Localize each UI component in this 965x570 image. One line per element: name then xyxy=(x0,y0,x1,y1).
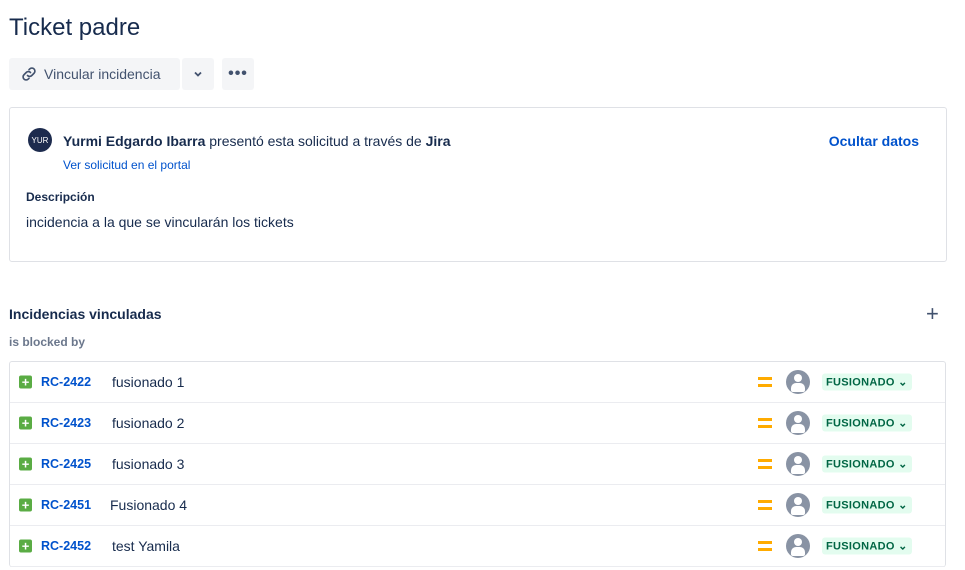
status-label: FUSIONADO xyxy=(826,458,895,471)
channel: Jira xyxy=(425,133,451,149)
description-label: Descripción xyxy=(26,190,95,204)
issue-type-icon: + xyxy=(19,539,32,553)
issue-summary[interactable]: fusionado 2 xyxy=(112,415,184,431)
chevron-down-icon: ⌄ xyxy=(898,417,908,430)
chevron-down-icon: ⌄ xyxy=(898,376,908,389)
priority-medium-icon xyxy=(758,459,772,469)
status-label: FUSIONADO xyxy=(826,376,895,389)
unassigned-avatar-icon xyxy=(786,452,810,476)
issue-type-icon: + xyxy=(19,457,32,471)
link-dropdown-button[interactable] xyxy=(182,58,214,90)
chevron-down-icon: ⌄ xyxy=(898,540,908,553)
linked-issue-row[interactable]: + RC-2425 fusionado 3 FUSIONADO ⌄ xyxy=(10,444,945,485)
status-dropdown[interactable]: FUSIONADO ⌄ xyxy=(822,455,912,473)
link-issue-button[interactable]: Vincular incidencia xyxy=(9,58,180,90)
link-icon xyxy=(22,67,36,81)
issue-type-icon: + xyxy=(19,375,32,389)
chevron-down-icon: ⌄ xyxy=(898,499,908,512)
status-dropdown[interactable]: FUSIONADO ⌄ xyxy=(822,414,912,432)
link-issue-label: Vincular incidencia xyxy=(44,66,161,82)
linked-issues-heading: Incidencias vinculadas xyxy=(9,306,162,322)
hide-details-link[interactable]: Ocultar datos xyxy=(829,133,919,149)
status-dropdown[interactable]: FUSIONADO ⌄ xyxy=(822,373,912,391)
avatar: YUR xyxy=(28,128,52,152)
linked-issue-row[interactable]: + RC-2423 fusionado 2 FUSIONADO ⌄ xyxy=(10,403,945,444)
issue-type-icon: + xyxy=(19,416,32,430)
unassigned-avatar-icon xyxy=(786,534,810,558)
more-icon: ••• xyxy=(228,65,248,82)
plus-icon: + xyxy=(926,301,939,326)
page-title: Ticket padre xyxy=(9,14,141,41)
issue-summary[interactable]: fusionado 1 xyxy=(112,374,184,390)
unassigned-avatar-icon xyxy=(786,411,810,435)
chevron-down-icon xyxy=(194,71,202,77)
issue-type-icon: + xyxy=(19,498,32,512)
request-details-card: YUR Yurmi Edgardo Ibarra presentó esta s… xyxy=(9,107,947,262)
linked-issue-row[interactable]: + RC-2422 fusionado 1 FUSIONADO ⌄ xyxy=(10,362,945,403)
issue-key-link[interactable]: RC-2452 xyxy=(41,539,91,553)
priority-medium-icon xyxy=(758,418,772,428)
description-text: incidencia a la que se vincularán los ti… xyxy=(26,214,294,230)
status-dropdown[interactable]: FUSIONADO ⌄ xyxy=(822,537,912,555)
status-dropdown[interactable]: FUSIONADO ⌄ xyxy=(822,496,912,514)
priority-medium-icon xyxy=(758,377,772,387)
status-label: FUSIONADO xyxy=(826,540,895,553)
linked-issue-row[interactable]: + RC-2451 Fusionado 4 FUSIONADO ⌄ xyxy=(10,485,945,526)
request-action: presentó esta solicitud a través de xyxy=(209,133,422,149)
issue-summary[interactable]: fusionado 3 xyxy=(112,456,184,472)
request-info: Yurmi Edgardo Ibarra presentó esta solic… xyxy=(63,133,451,149)
author-name: Yurmi Edgardo Ibarra xyxy=(63,133,206,149)
issue-key-link[interactable]: RC-2422 xyxy=(41,375,91,389)
issue-key-link[interactable]: RC-2425 xyxy=(41,457,91,471)
priority-medium-icon xyxy=(758,500,772,510)
portal-link[interactable]: Ver solicitud en el portal xyxy=(63,158,190,172)
issue-key-link[interactable]: RC-2423 xyxy=(41,416,91,430)
unassigned-avatar-icon xyxy=(786,370,810,394)
chevron-down-icon: ⌄ xyxy=(898,458,908,471)
status-label: FUSIONADO xyxy=(826,417,895,430)
issue-key-link[interactable]: RC-2451 xyxy=(41,498,91,512)
issue-summary[interactable]: Fusionado 4 xyxy=(110,497,187,513)
linked-issues-list: + RC-2422 fusionado 1 FUSIONADO ⌄ + RC-24… xyxy=(9,361,946,567)
more-actions-button[interactable]: ••• xyxy=(222,58,254,90)
relation-label: is blocked by xyxy=(9,335,86,349)
unassigned-avatar-icon xyxy=(786,493,810,517)
status-label: FUSIONADO xyxy=(826,499,895,512)
linked-issue-row[interactable]: + RC-2452 test Yamila FUSIONADO ⌄ xyxy=(10,526,945,567)
priority-medium-icon xyxy=(758,541,772,551)
issue-summary[interactable]: test Yamila xyxy=(112,538,180,554)
add-link-button[interactable]: + xyxy=(926,301,939,327)
